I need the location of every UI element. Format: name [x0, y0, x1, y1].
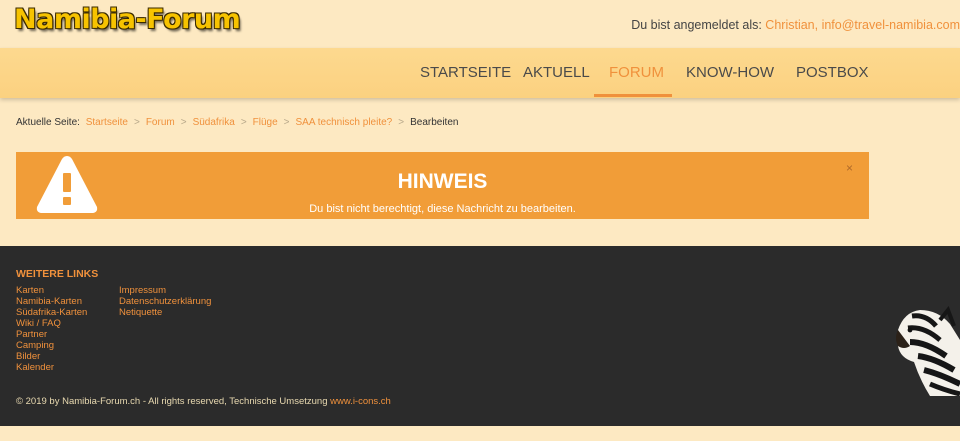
breadcrumb-separator: > [240, 117, 247, 128]
footer-link-partner[interactable]: Partner [16, 329, 87, 340]
footer-link-datenschutz[interactable]: Datenschutzerklärung [119, 296, 211, 307]
user-account-link[interactable]: Christian, info@travel-namibia.com [765, 18, 960, 32]
breadcrumb-separator: > [133, 117, 140, 128]
breadcrumb-thread[interactable]: SAA technisch pleite? [296, 117, 393, 128]
breadcrumb-fluege[interactable]: Flüge [253, 117, 278, 128]
active-nav-indicator [594, 94, 672, 97]
main-navigation: STARTSEITE AKTUELL FORUM KNOW-HOW POSTBO… [0, 48, 960, 98]
nav-item-forum[interactable]: FORUM [609, 48, 664, 98]
footer-link-namibia-karten[interactable]: Namibia-Karten [16, 296, 87, 307]
breadcrumb-startseite[interactable]: Startseite [86, 117, 128, 128]
breadcrumb-separator: > [398, 117, 405, 128]
footer-link-kalender[interactable]: Kalender [16, 362, 87, 373]
breadcrumb-prefix: Aktuelle Seite: [16, 117, 80, 128]
notice-box: HINWEIS Du bist nicht berechtigt, diese … [16, 152, 869, 219]
close-icon[interactable]: × [846, 161, 853, 175]
site-logo[interactable]: Namibia-Forum [14, 4, 241, 35]
copyright-notice: © 2019 by Namibia-Forum.ch - All rights … [16, 396, 391, 407]
zebra-image [890, 300, 960, 401]
nav-item-postbox[interactable]: POSTBOX [796, 48, 869, 98]
breadcrumb-separator: > [180, 117, 187, 128]
page-bottom-strip [0, 426, 960, 441]
nav-item-aktuell[interactable]: AKTUELL [523, 48, 590, 98]
footer-link-impressum[interactable]: Impressum [119, 285, 211, 296]
nav-item-know-how[interactable]: KNOW-HOW [686, 48, 774, 98]
footer-link-wiki-faq[interactable]: Wiki / FAQ [16, 318, 87, 329]
footer-link-camping[interactable]: Camping [16, 340, 87, 351]
breadcrumb-forum[interactable]: Forum [146, 117, 175, 128]
footer-link-karten[interactable]: Karten [16, 285, 87, 296]
copyright-text: © 2019 by Namibia-Forum.ch - All rights … [16, 396, 331, 407]
login-status-label: Du bist angemeldet als: [631, 18, 766, 32]
notice-title: HINWEIS [397, 170, 488, 193]
footer-link-bilder[interactable]: Bilder [16, 351, 87, 362]
footer: WEITERE LINKS Karten Namibia-Karten Süda… [0, 246, 960, 426]
breadcrumb-separator: > [283, 117, 290, 128]
breadcrumb-current: Bearbeiten [410, 117, 459, 128]
notice-message: Du bist nicht berechtigt, diese Nachrich… [309, 203, 576, 215]
login-status: Du bist angemeldet als: Christian, info@… [631, 18, 960, 32]
footer-links-column-2: Impressum Datenschutzerklärung Netiquett… [119, 285, 211, 318]
footer-links-title: WEITERE LINKS [16, 268, 99, 280]
footer-link-suedafrika-karten[interactable]: Südafrika-Karten [16, 307, 87, 318]
nav-item-startseite[interactable]: STARTSEITE [420, 48, 511, 98]
footer-link-netiquette[interactable]: Netiquette [119, 307, 211, 318]
agency-link[interactable]: www.i-cons.ch [330, 396, 391, 407]
breadcrumb-suedafrika[interactable]: Südafrika [193, 117, 235, 128]
top-bar: Namibia-Forum Du bist angemeldet als: Ch… [0, 0, 960, 48]
breadcrumb: Aktuelle Seite: Startseite > Forum > Südafri… [16, 117, 458, 128]
footer-links-column-1: Karten Namibia-Karten Südafrika-Karten W… [16, 285, 87, 373]
